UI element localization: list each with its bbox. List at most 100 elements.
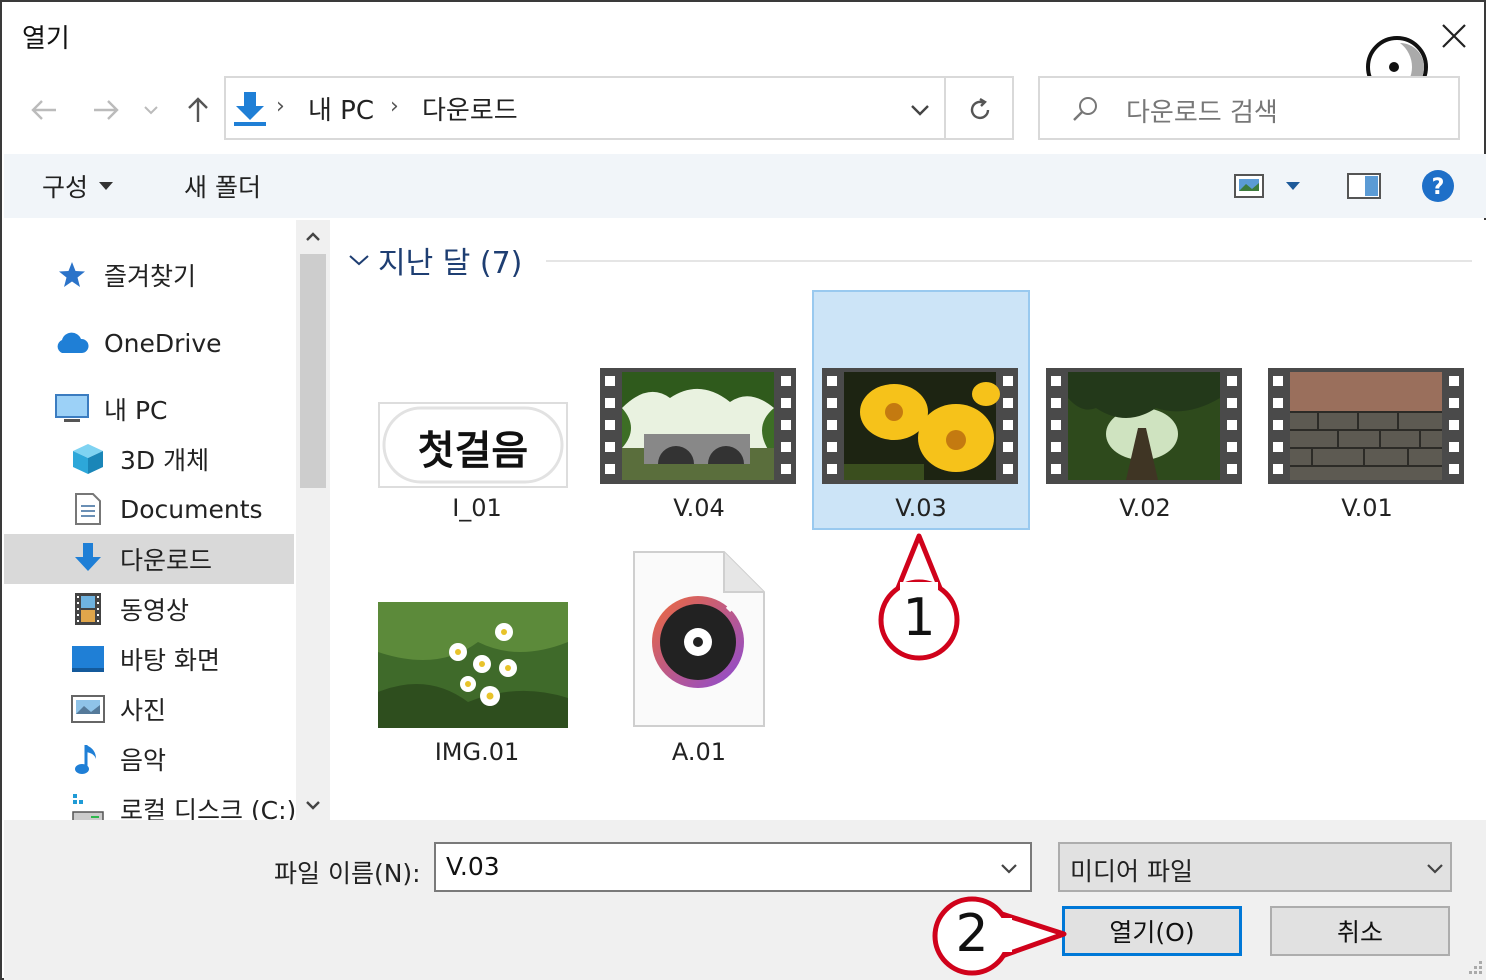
file-tile-v02[interactable]: V.02: [1036, 290, 1254, 530]
recent-locations-button[interactable]: [136, 90, 166, 130]
help-button[interactable]: ?: [1418, 168, 1458, 204]
filetype-select[interactable]: 미디어 파일: [1058, 842, 1452, 892]
refresh-button[interactable]: [958, 88, 1002, 132]
group-divider: [546, 260, 1472, 262]
new-folder-label: 새 폴더: [184, 173, 261, 202]
close-button[interactable]: [1434, 16, 1474, 56]
nav-item-onedrive[interactable]: OneDrive: [54, 320, 222, 366]
file-tile-v04[interactable]: V.04: [590, 290, 808, 530]
chevron-down-icon: [144, 106, 158, 115]
arrow-up-icon: [188, 97, 208, 122]
step-2-number: 2: [955, 904, 989, 964]
chevron-up-icon: [306, 232, 320, 241]
address-dropdown-button[interactable]: [898, 88, 942, 132]
nav-item-documents[interactable]: Documents: [70, 486, 263, 532]
open-button[interactable]: 열기(O): [1062, 906, 1242, 956]
image-thumbnail: [378, 602, 568, 728]
arrow-left-icon: [31, 100, 56, 120]
filetype-value: 미디어 파일: [1070, 857, 1193, 886]
nav-item-this-pc[interactable]: 내 PC: [54, 386, 167, 432]
nav-item-label: Documents: [120, 494, 263, 524]
caret-down-icon: [1286, 182, 1300, 190]
file-tile-img01[interactable]: IMG.01: [368, 534, 586, 774]
document-icon: [75, 493, 101, 525]
desktop-icon: [72, 646, 104, 672]
nav-item-label: 3D 개체: [120, 446, 210, 475]
nav-item-videos[interactable]: 동영상: [70, 586, 189, 632]
video-thumbnail: [1268, 368, 1464, 484]
nav-item-music[interactable]: 음악: [70, 736, 166, 782]
nav-item-favorites[interactable]: 즐겨찾기: [54, 252, 196, 298]
image-thumbnail: 첫걸음: [378, 402, 568, 488]
up-button[interactable]: [178, 90, 218, 130]
filename-input[interactable]: V.03: [434, 842, 1032, 892]
nav-item-pictures[interactable]: 사진: [70, 686, 166, 732]
view-dropdown-button[interactable]: [1280, 168, 1306, 204]
svg-text:?: ?: [1432, 175, 1445, 200]
nav-item-label: 즐겨찾기: [104, 262, 197, 291]
search-icon: [1073, 97, 1097, 121]
nav-item-label: 사진: [120, 696, 167, 725]
nav-scrollbar[interactable]: [296, 220, 330, 820]
view-options-button[interactable]: [1232, 168, 1266, 204]
nav-item-local-disk[interactable]: 로컬 디스크 (C:): [70, 786, 296, 820]
star-icon: [59, 262, 85, 287]
file-name: IMG.01: [434, 738, 520, 766]
file-tile-v03[interactable]: V.03: [812, 290, 1030, 530]
nav-item-downloads[interactable]: 다운로드: [70, 536, 212, 582]
scroll-down-button[interactable]: [300, 792, 326, 818]
forward-button[interactable]: [86, 90, 126, 130]
search-placeholder: 다운로드 검색: [1126, 98, 1278, 128]
arrow-right-icon: [94, 100, 119, 120]
cloud-icon: [57, 332, 89, 353]
cube-icon: [73, 444, 103, 474]
chevron-down-icon: [1427, 864, 1443, 874]
nav-item-3d-objects[interactable]: 3D 개체: [70, 436, 209, 482]
resize-grip-icon[interactable]: [1464, 958, 1484, 978]
nav-item-label: 동영상: [120, 596, 190, 625]
breadcrumb-separator: ›: [276, 94, 285, 119]
scroll-thumb[interactable]: [300, 254, 326, 488]
file-list-view: 지난 달 (7) 첫걸음 I_01 V.04 V.03 V.02 V.01 IM…: [332, 220, 1486, 820]
filename-label: 파일 이름(N):: [274, 859, 421, 888]
file-name: V.03: [895, 494, 947, 522]
breadcrumb-separator: ›: [390, 94, 399, 119]
help-icon: ?: [1422, 170, 1454, 202]
cancel-button[interactable]: 취소: [1270, 906, 1450, 956]
refresh-icon: [970, 97, 990, 120]
close-icon: [1442, 24, 1466, 48]
organize-label: 구성: [42, 173, 89, 202]
filename-dropdown-button[interactable]: [994, 854, 1024, 884]
video-thumbnail: [600, 368, 796, 484]
step-2-callout: 2: [930, 894, 1070, 978]
preview-pane-button[interactable]: [1344, 168, 1384, 204]
nav-item-label: 로컬 디스크 (C:): [120, 796, 297, 820]
breadcrumb-downloads[interactable]: 다운로드: [422, 90, 518, 127]
file-tile-i01[interactable]: 첫걸음 I_01: [368, 290, 586, 530]
film-icon: [75, 593, 101, 625]
back-button[interactable]: [24, 90, 64, 130]
nav-item-label: 음악: [120, 746, 167, 775]
address-divider: [944, 78, 946, 138]
search-box[interactable]: 다운로드 검색: [1038, 76, 1460, 140]
group-header[interactable]: 지난 달 (7): [348, 238, 522, 282]
chevron-down-icon: [349, 255, 369, 266]
download-icon: [234, 92, 266, 126]
thumbnail-caption: 첫걸음: [417, 428, 529, 474]
breadcrumb-this-pc[interactable]: 내 PC: [308, 90, 374, 127]
dialog-title: 열기: [22, 24, 70, 54]
file-tile-v01[interactable]: V.01: [1258, 290, 1476, 530]
file-tile-a01[interactable]: A.01: [590, 534, 808, 774]
navigation-pane: 즐겨찾기 OneDrive 내 PC 3D 개체 Documents 다운로드 …: [4, 220, 330, 820]
file-name: V.04: [673, 494, 725, 522]
new-folder-button[interactable]: 새 폴더: [184, 168, 261, 204]
nav-item-label: 내 PC: [104, 396, 168, 425]
nav-item-desktop[interactable]: 바탕 화면: [70, 636, 220, 682]
view-thumbnail-icon: [1234, 174, 1264, 198]
scroll-up-button[interactable]: [300, 224, 326, 250]
address-bar[interactable]: › 내 PC › 다운로드: [224, 76, 1014, 140]
file-name: V.01: [1341, 494, 1393, 522]
drive-icon: [72, 794, 104, 820]
filetype-dropdown-button[interactable]: [1420, 854, 1450, 884]
organize-button[interactable]: 구성: [42, 168, 114, 204]
